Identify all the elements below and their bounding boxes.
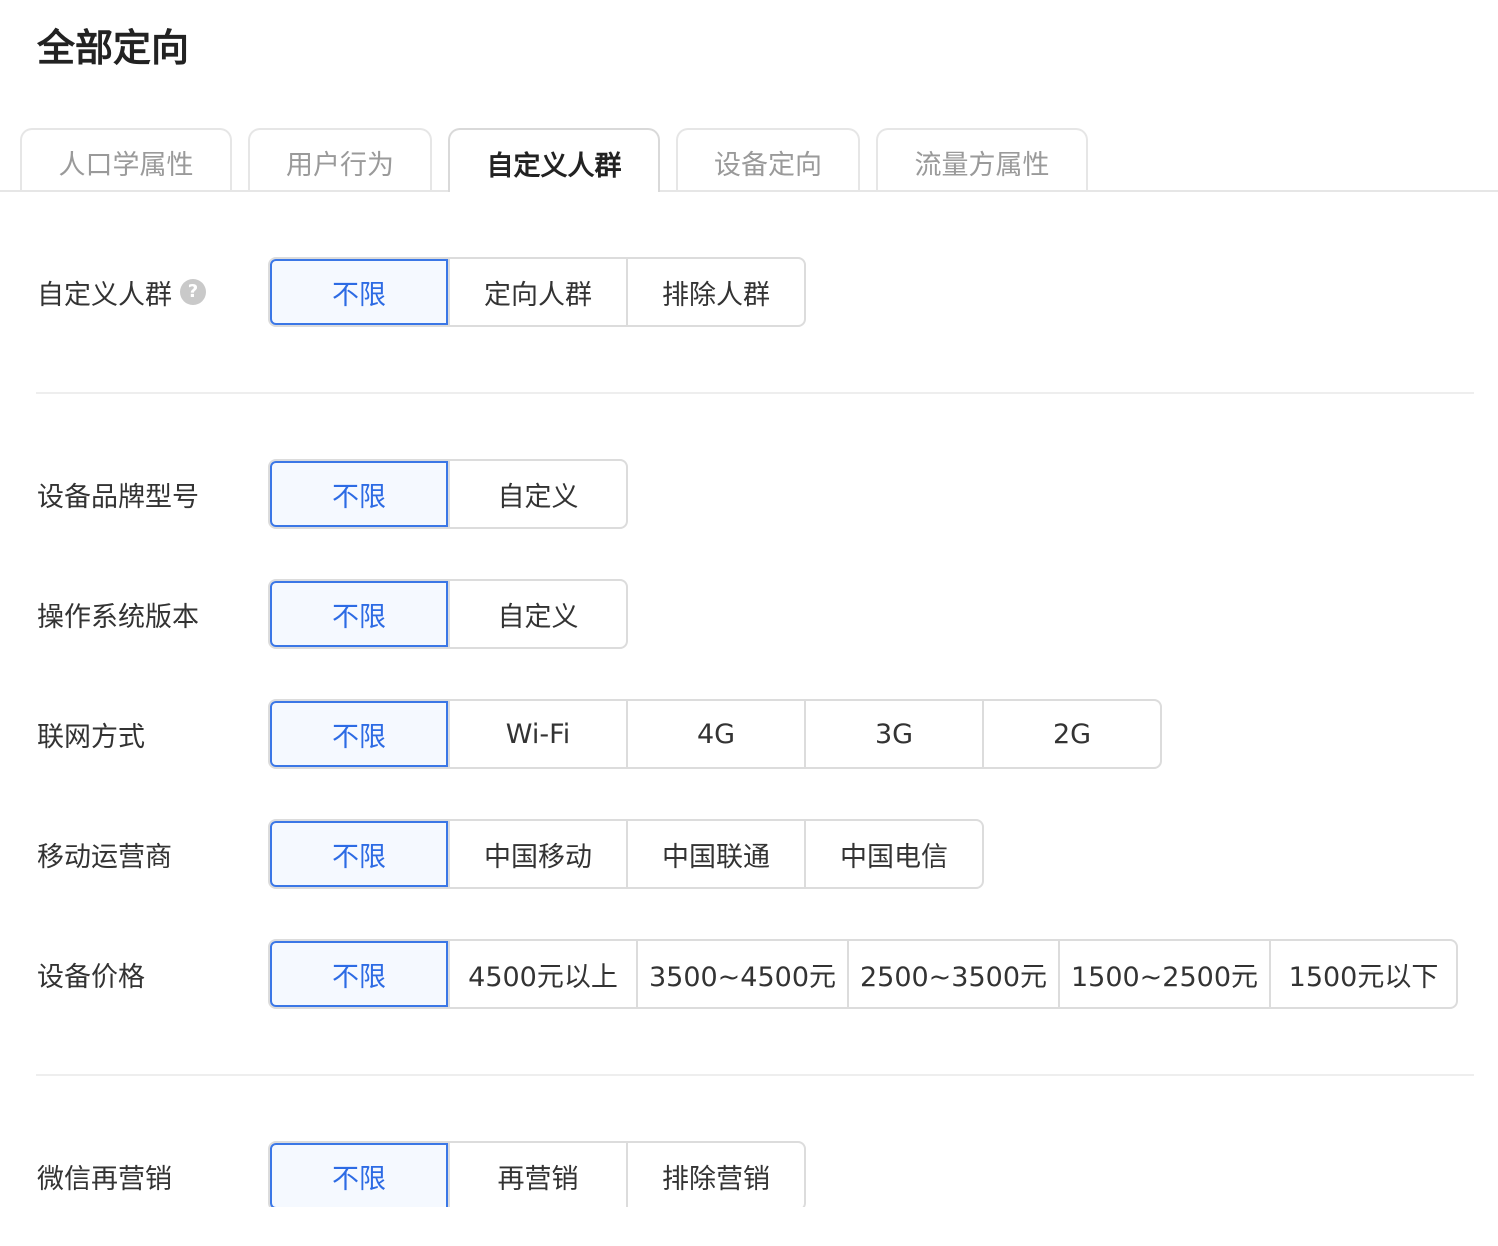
section-divider: [36, 1074, 1474, 1076]
question-circle-icon[interactable]: ?: [180, 279, 206, 305]
device-brand-label: 设备品牌型号: [37, 481, 199, 513]
custom-audience-label: 自定义人群 ?: [37, 257, 206, 327]
carrier-selector: 不限 中国移动 中国联通 中国电信: [268, 819, 984, 889]
custom-audience-label-text: 自定义人群: [37, 279, 172, 311]
carrier-option-unlimited[interactable]: 不限: [270, 821, 448, 887]
wechat-remarketing-label: 微信再营销: [37, 1163, 172, 1195]
wechat-remarketing-option-exclude[interactable]: 排除营销: [626, 1143, 804, 1209]
viewport-cutoff: [0, 1207, 1498, 1246]
os-version-selector: 不限 自定义: [268, 579, 628, 649]
network-selector: 不限 Wi-Fi 4G 3G 2G: [268, 699, 1162, 769]
network-option-3g[interactable]: 3G: [804, 701, 982, 767]
device-price-label: 设备价格: [37, 961, 145, 993]
device-price-selector: 不限 4500元以上 3500~4500元 2500~3500元 1500~25…: [268, 939, 1458, 1009]
tab-traffic-attributes[interactable]: 流量方属性: [876, 128, 1088, 190]
custom-audience-option-target[interactable]: 定向人群: [448, 259, 626, 325]
carrier-option-china-telecom[interactable]: 中国电信: [804, 821, 982, 887]
tab-user-behavior[interactable]: 用户行为: [248, 128, 432, 190]
custom-audience-option-exclude[interactable]: 排除人群: [626, 259, 804, 325]
carrier-option-china-unicom[interactable]: 中国联通: [626, 821, 804, 887]
wechat-remarketing-selector: 不限 再营销 排除营销: [268, 1141, 806, 1211]
tabs-divider: [0, 190, 1498, 192]
carrier-label: 移动运营商: [37, 841, 172, 873]
network-option-unlimited[interactable]: 不限: [270, 701, 448, 767]
device-price-option-above-4500[interactable]: 4500元以上: [448, 941, 636, 1007]
os-version-option-custom[interactable]: 自定义: [448, 581, 626, 647]
os-version-option-unlimited[interactable]: 不限: [270, 581, 448, 647]
device-price-option-below-1500[interactable]: 1500元以下: [1269, 941, 1456, 1007]
carrier-option-china-mobile[interactable]: 中国移动: [448, 821, 626, 887]
network-option-4g[interactable]: 4G: [626, 701, 804, 767]
os-version-label: 操作系统版本: [37, 601, 199, 633]
tab-custom-audience[interactable]: 自定义人群: [448, 128, 660, 192]
device-price-option-3500-4500[interactable]: 3500~4500元: [636, 941, 847, 1007]
network-label: 联网方式: [37, 721, 145, 753]
device-price-option-unlimited[interactable]: 不限: [270, 941, 448, 1007]
device-brand-selector: 不限 自定义: [268, 459, 628, 529]
tab-bar: 人口学属性 用户行为 自定义人群 设备定向 流量方属性: [0, 128, 1498, 192]
network-option-wifi[interactable]: Wi-Fi: [448, 701, 626, 767]
section-divider: [36, 392, 1474, 394]
custom-audience-option-unlimited[interactable]: 不限: [270, 259, 448, 325]
page-title: 全部定向: [37, 26, 190, 70]
network-option-2g[interactable]: 2G: [982, 701, 1160, 767]
custom-audience-selector: 不限 定向人群 排除人群: [268, 257, 806, 327]
tab-device-targeting[interactable]: 设备定向: [676, 128, 860, 190]
device-price-option-1500-2500[interactable]: 1500~2500元: [1058, 941, 1269, 1007]
device-price-option-2500-3500[interactable]: 2500~3500元: [847, 941, 1058, 1007]
wechat-remarketing-option-unlimited[interactable]: 不限: [270, 1143, 448, 1209]
device-brand-option-unlimited[interactable]: 不限: [270, 461, 448, 527]
tab-demographics[interactable]: 人口学属性: [20, 128, 232, 190]
device-brand-option-custom[interactable]: 自定义: [448, 461, 626, 527]
wechat-remarketing-option-remarketing[interactable]: 再营销: [448, 1143, 626, 1209]
